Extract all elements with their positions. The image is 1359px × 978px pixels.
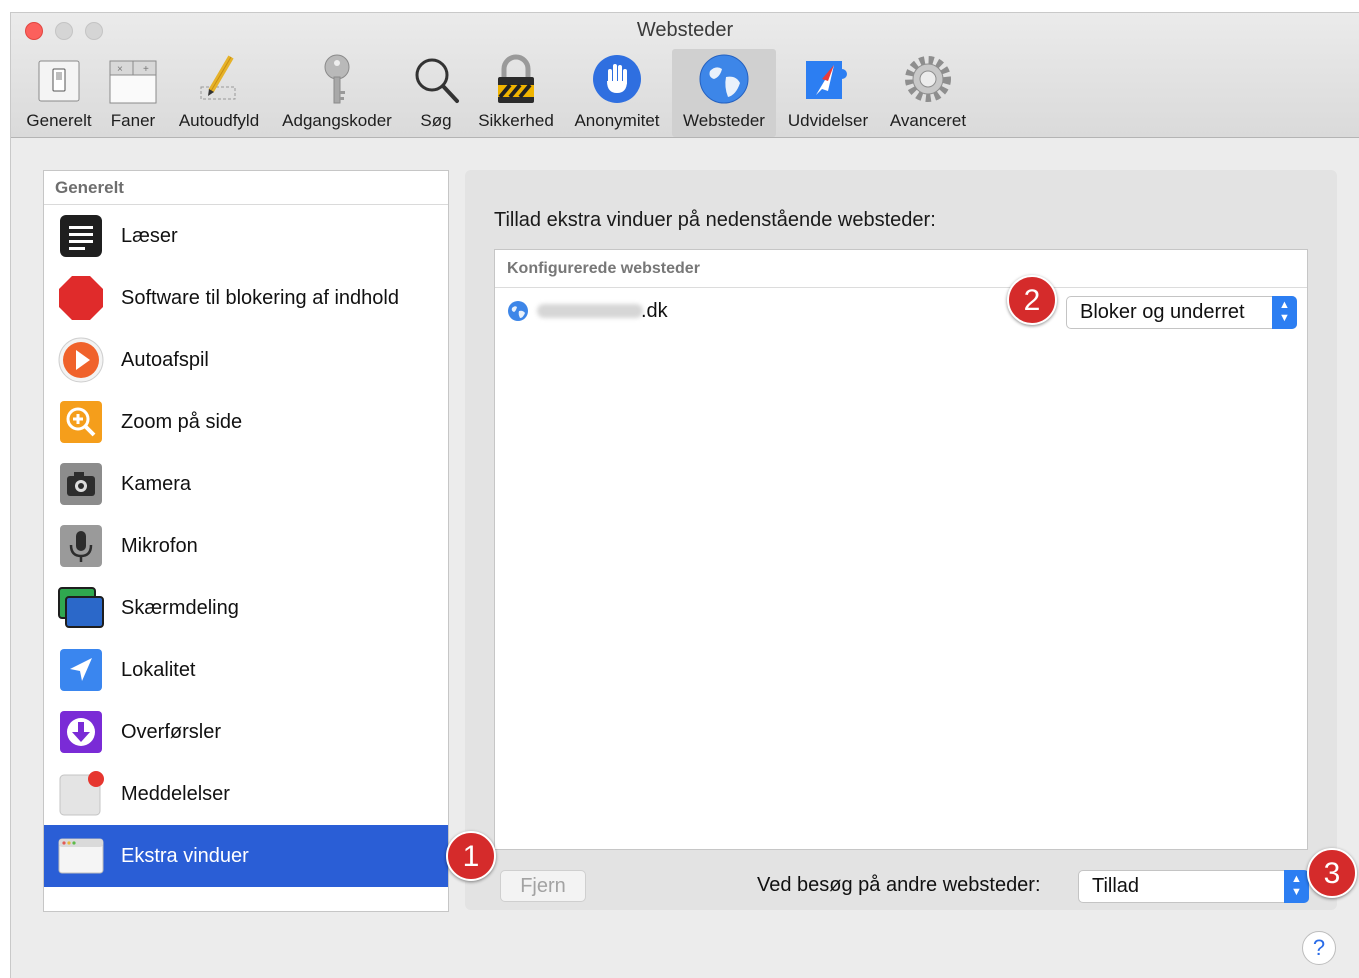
toolbar-sikkerhed[interactable]: Sikkerhed [471, 49, 561, 137]
sidebar: Generelt Læser Software til blokering af… [43, 170, 449, 912]
window-title: Websteder [636, 19, 734, 41]
download-icon [58, 709, 104, 755]
sidebar-item-meddelelser[interactable]: Meddelelser [44, 763, 448, 825]
screen-sharing-icon [58, 585, 104, 631]
toolbar-autoudfyld[interactable]: Autoudfyld [169, 49, 269, 137]
toolbar-udvidelser[interactable]: Udvidelser [781, 49, 875, 137]
table-header: Konfigurerede websteder [495, 250, 1307, 288]
pencil-icon [191, 51, 247, 109]
redacted-domain-blur [537, 304, 643, 318]
table-row[interactable]: .dk Bloker og underret ▲ ▼ [495, 290, 1307, 334]
zoom-icon [58, 399, 104, 445]
site-setting-popup[interactable]: Bloker og underret ▲ ▼ [1066, 296, 1297, 329]
remove-button[interactable]: Fjern [500, 870, 586, 902]
sidebar-item-overfoersler[interactable]: Overførsler [44, 701, 448, 763]
configured-websites-table: Konfigurerede websteder .dk Bloker og un… [494, 249, 1308, 850]
other-sites-label: Ved besøg på andre websteder: [757, 874, 1041, 896]
globe-icon [507, 300, 529, 327]
title-bar: Websteder Generelt × + Faner Autoudfyld A… [11, 13, 1359, 138]
sidebar-item-zoom[interactable]: Zoom på side [44, 391, 448, 453]
panel-title: Tillad ekstra vinduer på nedenstående we… [494, 209, 936, 231]
toolbar-faner[interactable]: × + Faner [103, 49, 163, 137]
popup-windows-icon [58, 833, 104, 879]
camera-icon [58, 461, 104, 507]
toolbar-adgangskoder[interactable]: Adgangskoder [275, 49, 399, 137]
help-button[interactable]: ? [1302, 931, 1336, 965]
sidebar-item-skaermdeling[interactable]: Skærmdeling [44, 577, 448, 639]
sidebar-item-blokering[interactable]: Software til blokering af indhold [44, 267, 448, 329]
general-switch-icon [31, 51, 87, 109]
key-icon [309, 51, 365, 109]
notifications-icon [58, 771, 104, 817]
globe-icon [696, 51, 752, 109]
sidebar-item-laeser[interactable]: Læser [44, 205, 448, 267]
stop-sign-icon [58, 275, 104, 321]
toolbar-anonymitet[interactable]: Anonymitet [567, 49, 667, 137]
site-setting-value: Bloker og underret [1080, 301, 1245, 323]
magnifier-icon [408, 51, 464, 109]
puzzle-compass-icon [800, 51, 856, 109]
play-icon [58, 337, 104, 383]
location-arrow-icon [58, 647, 104, 693]
svg-text:×: × [117, 64, 123, 75]
sidebar-item-ekstra-vinduer[interactable]: Ekstra vinduer [44, 825, 448, 887]
preferences-window: Websteder Generelt × + Faner Autoudfyld A… [10, 12, 1359, 978]
toolbar-generelt[interactable]: Generelt [19, 49, 99, 137]
site-name: .dk [641, 300, 668, 322]
callout-badge-1: 1 [446, 831, 496, 881]
sidebar-item-autoafspil[interactable]: Autoafspil [44, 329, 448, 391]
other-sites-popup[interactable]: Tillad ▲ ▼ [1078, 870, 1309, 903]
toolbar-soeg[interactable]: Søg [407, 49, 465, 137]
toolbar-websteder[interactable]: Websteder [672, 49, 776, 137]
gear-icon [900, 51, 956, 109]
svg-text:+: + [143, 64, 149, 75]
reader-icon [58, 213, 104, 259]
lock-icon [488, 51, 544, 109]
popup-arrows-icon: ▲ ▼ [1284, 870, 1309, 903]
sidebar-item-kamera[interactable]: Kamera [44, 453, 448, 515]
toolbar-avanceret[interactable]: Avanceret [881, 49, 975, 137]
hand-icon [589, 51, 645, 109]
callout-badge-3: 3 [1307, 848, 1357, 898]
popup-arrows-icon: ▲ ▼ [1272, 296, 1297, 329]
tabs-icon: × + [105, 51, 161, 109]
callout-badge-2: 2 [1007, 275, 1057, 325]
microphone-icon [58, 523, 104, 569]
other-sites-value: Tillad [1092, 875, 1140, 897]
sidebar-item-mikrofon[interactable]: Mikrofon [44, 515, 448, 577]
sidebar-header: Generelt [44, 171, 448, 205]
websites-panel: Tillad ekstra vinduer på nedenstående we… [465, 170, 1337, 910]
sidebar-item-lokalitet[interactable]: Lokalitet [44, 639, 448, 701]
